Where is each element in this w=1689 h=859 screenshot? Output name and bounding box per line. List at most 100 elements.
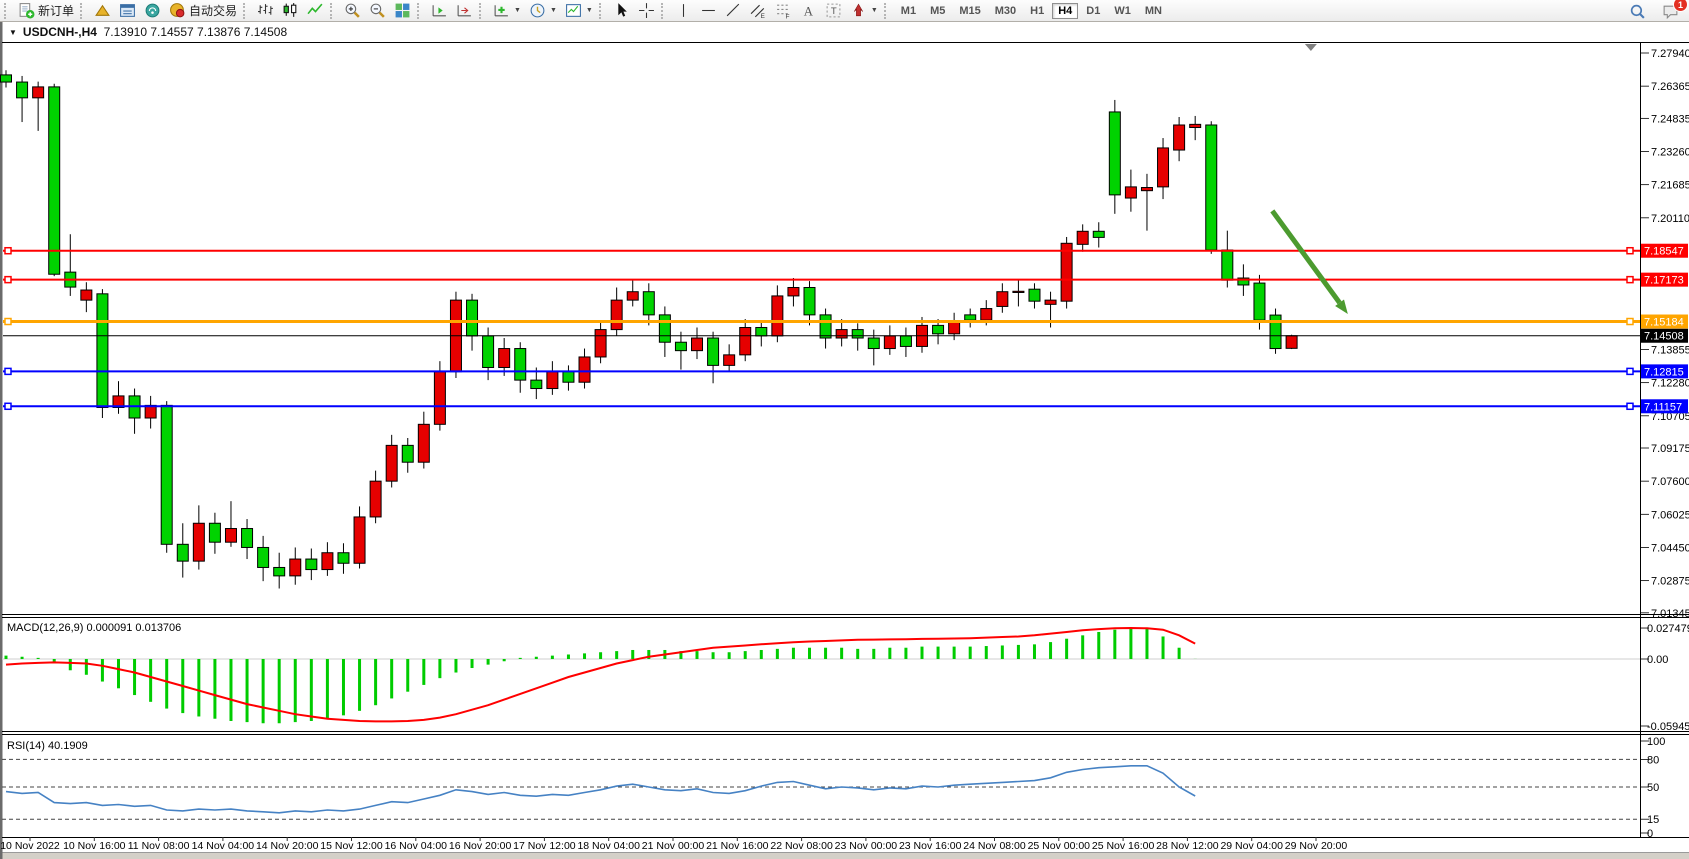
- candle-body: [804, 287, 815, 314]
- line-handle[interactable]: [1627, 403, 1633, 409]
- candle-body: [1254, 283, 1265, 320]
- text-label-button[interactable]: T: [821, 0, 846, 22]
- search-button[interactable]: [1625, 0, 1650, 22]
- rsi-tick-label: 50: [1647, 782, 1659, 794]
- crosshair-button[interactable]: [634, 0, 659, 22]
- candle-body: [81, 290, 92, 300]
- candle-body: [1174, 125, 1185, 150]
- zoom-out-button[interactable]: [365, 0, 390, 22]
- trendline-button[interactable]: [721, 0, 746, 22]
- auto-trading-button[interactable]: 自动交易: [165, 0, 241, 22]
- cursor-button[interactable]: [609, 0, 634, 22]
- horizontal-line-button[interactable]: [696, 0, 721, 22]
- notifications-button[interactable]: 1: [1658, 0, 1683, 22]
- toolbar-grip: [80, 3, 86, 19]
- rsi-label: RSI(14) 40.1909: [7, 740, 88, 752]
- time-axis-label: 23 Nov 00:00: [835, 840, 898, 852]
- time-axis-label: 16 Nov 04:00: [385, 840, 448, 852]
- line-handle[interactable]: [1627, 277, 1633, 283]
- market-watch-button[interactable]: [115, 0, 140, 22]
- profiles-icon: [94, 2, 111, 19]
- bar-chart-icon: [257, 2, 274, 19]
- macd-tick-label: 0.027479: [1647, 623, 1689, 635]
- price-chart[interactable]: 7.279407.263657.248357.232607.216857.201…: [0, 0, 1689, 859]
- new-order-button-label: 新订单: [38, 2, 74, 19]
- price-tick-label: 7.09175: [1651, 443, 1689, 455]
- price-tick-label: 7.23260: [1651, 147, 1689, 159]
- period-button-M5[interactable]: M5: [924, 3, 951, 19]
- period-button-MN[interactable]: MN: [1139, 3, 1168, 19]
- price-tick-label: 7.21685: [1651, 180, 1689, 192]
- period-button-W1[interactable]: W1: [1108, 3, 1137, 19]
- candle-body: [33, 87, 44, 98]
- line-handle[interactable]: [1627, 319, 1633, 325]
- equidistant-channel-button[interactable]: E: [746, 0, 771, 22]
- period-button-M15[interactable]: M15: [953, 3, 986, 19]
- line-handle[interactable]: [5, 319, 11, 325]
- time-axis-label: 14 Nov 04:00: [192, 840, 255, 852]
- chart-collapse-icon[interactable]: ▼: [9, 28, 17, 37]
- period-button-H1[interactable]: H1: [1024, 3, 1050, 19]
- indicators-button[interactable]: ▼: [489, 0, 525, 22]
- line-handle[interactable]: [5, 277, 11, 283]
- bar-chart-button[interactable]: [253, 0, 278, 22]
- time-axis-label: 29 Nov 04:00: [1220, 840, 1283, 852]
- search-icon: [1629, 3, 1646, 20]
- new-order-button[interactable]: 新订单: [14, 0, 78, 22]
- time-axis-label: 11 Nov 08:00: [128, 840, 190, 852]
- candle-body: [97, 294, 108, 408]
- profiles-button[interactable]: [90, 0, 115, 22]
- candle-body: [643, 292, 654, 315]
- candle-body: [949, 321, 960, 334]
- candle-body: [820, 315, 831, 338]
- auto-scroll-button[interactable]: [427, 0, 452, 22]
- candle-body: [788, 287, 799, 295]
- vertical-line-button[interactable]: [671, 0, 696, 22]
- candle-body: [306, 559, 317, 570]
- line-chart-icon: [307, 2, 324, 19]
- line-handle[interactable]: [5, 248, 11, 254]
- line-chart-button[interactable]: [303, 0, 328, 22]
- fibonacci-button[interactable]: F: [771, 0, 796, 22]
- candle-body: [1093, 231, 1104, 237]
- text-button[interactable]: A: [796, 0, 821, 22]
- period-button-M1[interactable]: M1: [895, 3, 922, 19]
- candle-body: [1013, 291, 1024, 292]
- candle-body: [354, 517, 365, 563]
- fibo-icon: F: [775, 2, 792, 19]
- candle-body: [1045, 300, 1056, 304]
- candlestick-chart-button[interactable]: [278, 0, 303, 22]
- candle-body: [1141, 188, 1152, 191]
- toolbar-grip: [417, 3, 423, 19]
- period-button-H4[interactable]: H4: [1052, 3, 1078, 19]
- time-axis-label: 21 Nov 00:00: [642, 840, 705, 852]
- candle-body: [981, 309, 992, 321]
- period-button-M30[interactable]: M30: [989, 3, 1022, 19]
- zoom-in-button[interactable]: [340, 0, 365, 22]
- data-window-button[interactable]: [140, 0, 165, 22]
- candle-body: [724, 355, 735, 366]
- toolbar-grip: [599, 3, 605, 19]
- line-handle[interactable]: [5, 403, 11, 409]
- candle-body: [965, 315, 976, 320]
- toolbar-grip: [4, 3, 10, 19]
- arrows-icon: [850, 2, 867, 19]
- channel-icon: E: [750, 2, 767, 19]
- arrows-button[interactable]: ▼: [846, 0, 882, 22]
- svg-text:F: F: [785, 13, 789, 19]
- price-level-tag-text: 7.17173: [1644, 275, 1684, 287]
- chart-shift-button[interactable]: [452, 0, 477, 22]
- candle-body: [370, 481, 381, 517]
- tile-windows-button[interactable]: [390, 0, 415, 22]
- price-tick-label: 7.20110: [1651, 213, 1689, 225]
- trendline-icon: [725, 2, 742, 19]
- line-handle[interactable]: [5, 368, 11, 374]
- candle-body: [467, 300, 478, 336]
- price-tick-label: 7.04450: [1651, 542, 1689, 554]
- auto-trading-icon: [169, 2, 186, 19]
- templates-button[interactable]: ▼: [561, 0, 597, 22]
- periods-menu-button[interactable]: ▼: [525, 0, 561, 22]
- line-handle[interactable]: [1627, 368, 1633, 374]
- period-button-D1[interactable]: D1: [1080, 3, 1106, 19]
- line-handle[interactable]: [1627, 248, 1633, 254]
